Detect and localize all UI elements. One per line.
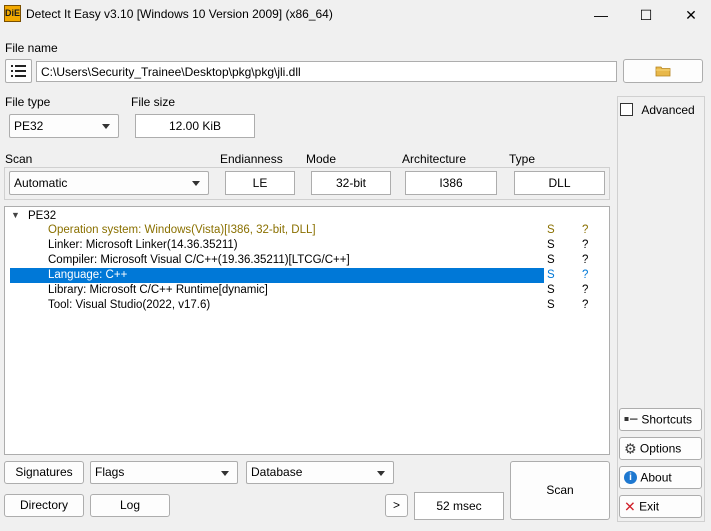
more-button[interactable]: > [385, 494, 408, 517]
log-button[interactable]: Log [90, 494, 170, 517]
tree-row-library[interactable]: Library: Microsoft C/C++ Runtime[dynamic… [10, 283, 544, 298]
tree-row-tool[interactable]: Tool: Visual Studio(2022, v17.6) [10, 298, 544, 313]
file-size-label: File size [131, 95, 176, 109]
about-label: About [640, 470, 672, 485]
keyboard-icon [624, 416, 638, 421]
folder-icon [655, 66, 671, 77]
endianness-field: LE [225, 171, 295, 195]
close-icon: ✕ [624, 498, 636, 515]
tree-row-text: Operation system: Windows(Vista)[I386, 3… [48, 224, 316, 236]
scan-flag-s: S [547, 224, 555, 236]
info-question-button[interactable]: ? [582, 253, 588, 268]
info-question-button[interactable]: ? [582, 298, 588, 313]
scan-mode-select[interactable]: Automatic [9, 171, 209, 195]
tree-row-text: Library: Microsoft C/C++ Runtime[dynamic… [48, 284, 268, 296]
scan-flag-s: S [547, 254, 555, 266]
gear-icon: ⚙ [624, 440, 637, 457]
chevron-down-icon [377, 470, 385, 476]
tree-row-text: Compiler: Microsoft Visual C/C++(19.36.3… [48, 254, 350, 266]
list-icon [11, 65, 26, 77]
menu-button[interactable] [5, 59, 32, 83]
file-size-field: 12.00 KiB [135, 114, 255, 138]
database-select[interactable]: Database [246, 461, 394, 484]
scan-flag-s: S [547, 269, 555, 281]
type-label: Type [509, 152, 536, 166]
chevron-down-icon [221, 470, 229, 476]
directory-button[interactable]: Directory [4, 494, 84, 517]
scan-time-field: 52 msec [414, 492, 504, 520]
signatures-button[interactable]: Signatures [4, 461, 84, 484]
window-title: Detect It Easy v3.10 [Windows 10 Version… [26, 7, 333, 21]
about-button[interactable]: i About [619, 466, 702, 489]
flags-select[interactable]: Flags [90, 461, 238, 484]
exit-label: Exit [639, 499, 660, 514]
tree-row-text: Language: C++ [48, 269, 128, 281]
scan-flag-s: S [547, 284, 555, 296]
info-icon: i [624, 471, 637, 485]
scan-flag-s: S [547, 299, 555, 311]
tree-row-text: Linker: Microsoft Linker(14.36.35211) [48, 239, 238, 251]
info-question-button[interactable]: ? [582, 283, 588, 298]
expand-arrow-icon[interactable]: ▼ [11, 210, 20, 220]
options-label: Options [639, 441, 682, 456]
info-question-button[interactable]: ? [582, 238, 588, 253]
file-type-value: PE32 [14, 119, 44, 133]
scan-mode-value: Automatic [14, 176, 68, 190]
architecture-field: I386 [405, 171, 497, 195]
options-button[interactable]: ⚙ Options [619, 437, 702, 460]
info-question-button[interactable]: ? [582, 223, 588, 238]
architecture-label: Architecture [402, 152, 467, 166]
maximize-button[interactable]: ☐ [623, 0, 669, 30]
tree-row-compiler[interactable]: Compiler: Microsoft Visual C/C++(19.36.3… [10, 253, 544, 268]
scan-button[interactable]: Scan [510, 461, 610, 520]
close-button[interactable]: ✕ [668, 0, 711, 30]
type-field: DLL [514, 171, 605, 195]
file-type-label: File type [5, 95, 51, 109]
scan-label: Scan [5, 152, 33, 166]
tree-row-os[interactable]: Operation system: Windows(Vista)[I386, 3… [10, 223, 544, 238]
tree-row-text: Tool: Visual Studio(2022, v17.6) [48, 299, 211, 311]
tree-root[interactable]: PE32 [28, 209, 56, 224]
chevron-down-icon [192, 181, 200, 186]
tree-row-language[interactable]: Language: C++ [10, 268, 544, 283]
mode-field: 32-bit [311, 171, 391, 195]
file-name-label: File name [5, 41, 58, 55]
info-question-button[interactable]: ? [582, 268, 588, 283]
tree-row-linker[interactable]: Linker: Microsoft Linker(14.36.35211) [10, 238, 544, 253]
shortcuts-label: Shortcuts [641, 412, 693, 427]
database-value: Database [251, 465, 303, 479]
shortcuts-button[interactable]: Shortcuts [619, 408, 702, 431]
minimize-button[interactable]: — [578, 0, 624, 30]
app-logo-icon: DiE [4, 5, 21, 22]
endianness-label: Endianness [220, 152, 283, 166]
file-type-select[interactable]: PE32 [9, 114, 119, 138]
chevron-down-icon [102, 124, 110, 129]
results-tree[interactable]: ▼ PE32 Operation system: Windows(Vista)[… [4, 206, 610, 455]
open-file-button[interactable] [623, 59, 703, 83]
file-path-input[interactable]: C:\Users\Security_Trainee\Desktop\pkg\pk… [36, 61, 617, 82]
scan-flag-s: S [547, 239, 555, 251]
mode-label: Mode [306, 152, 337, 166]
flags-value: Flags [95, 465, 125, 479]
exit-button[interactable]: ✕ Exit [619, 495, 702, 518]
